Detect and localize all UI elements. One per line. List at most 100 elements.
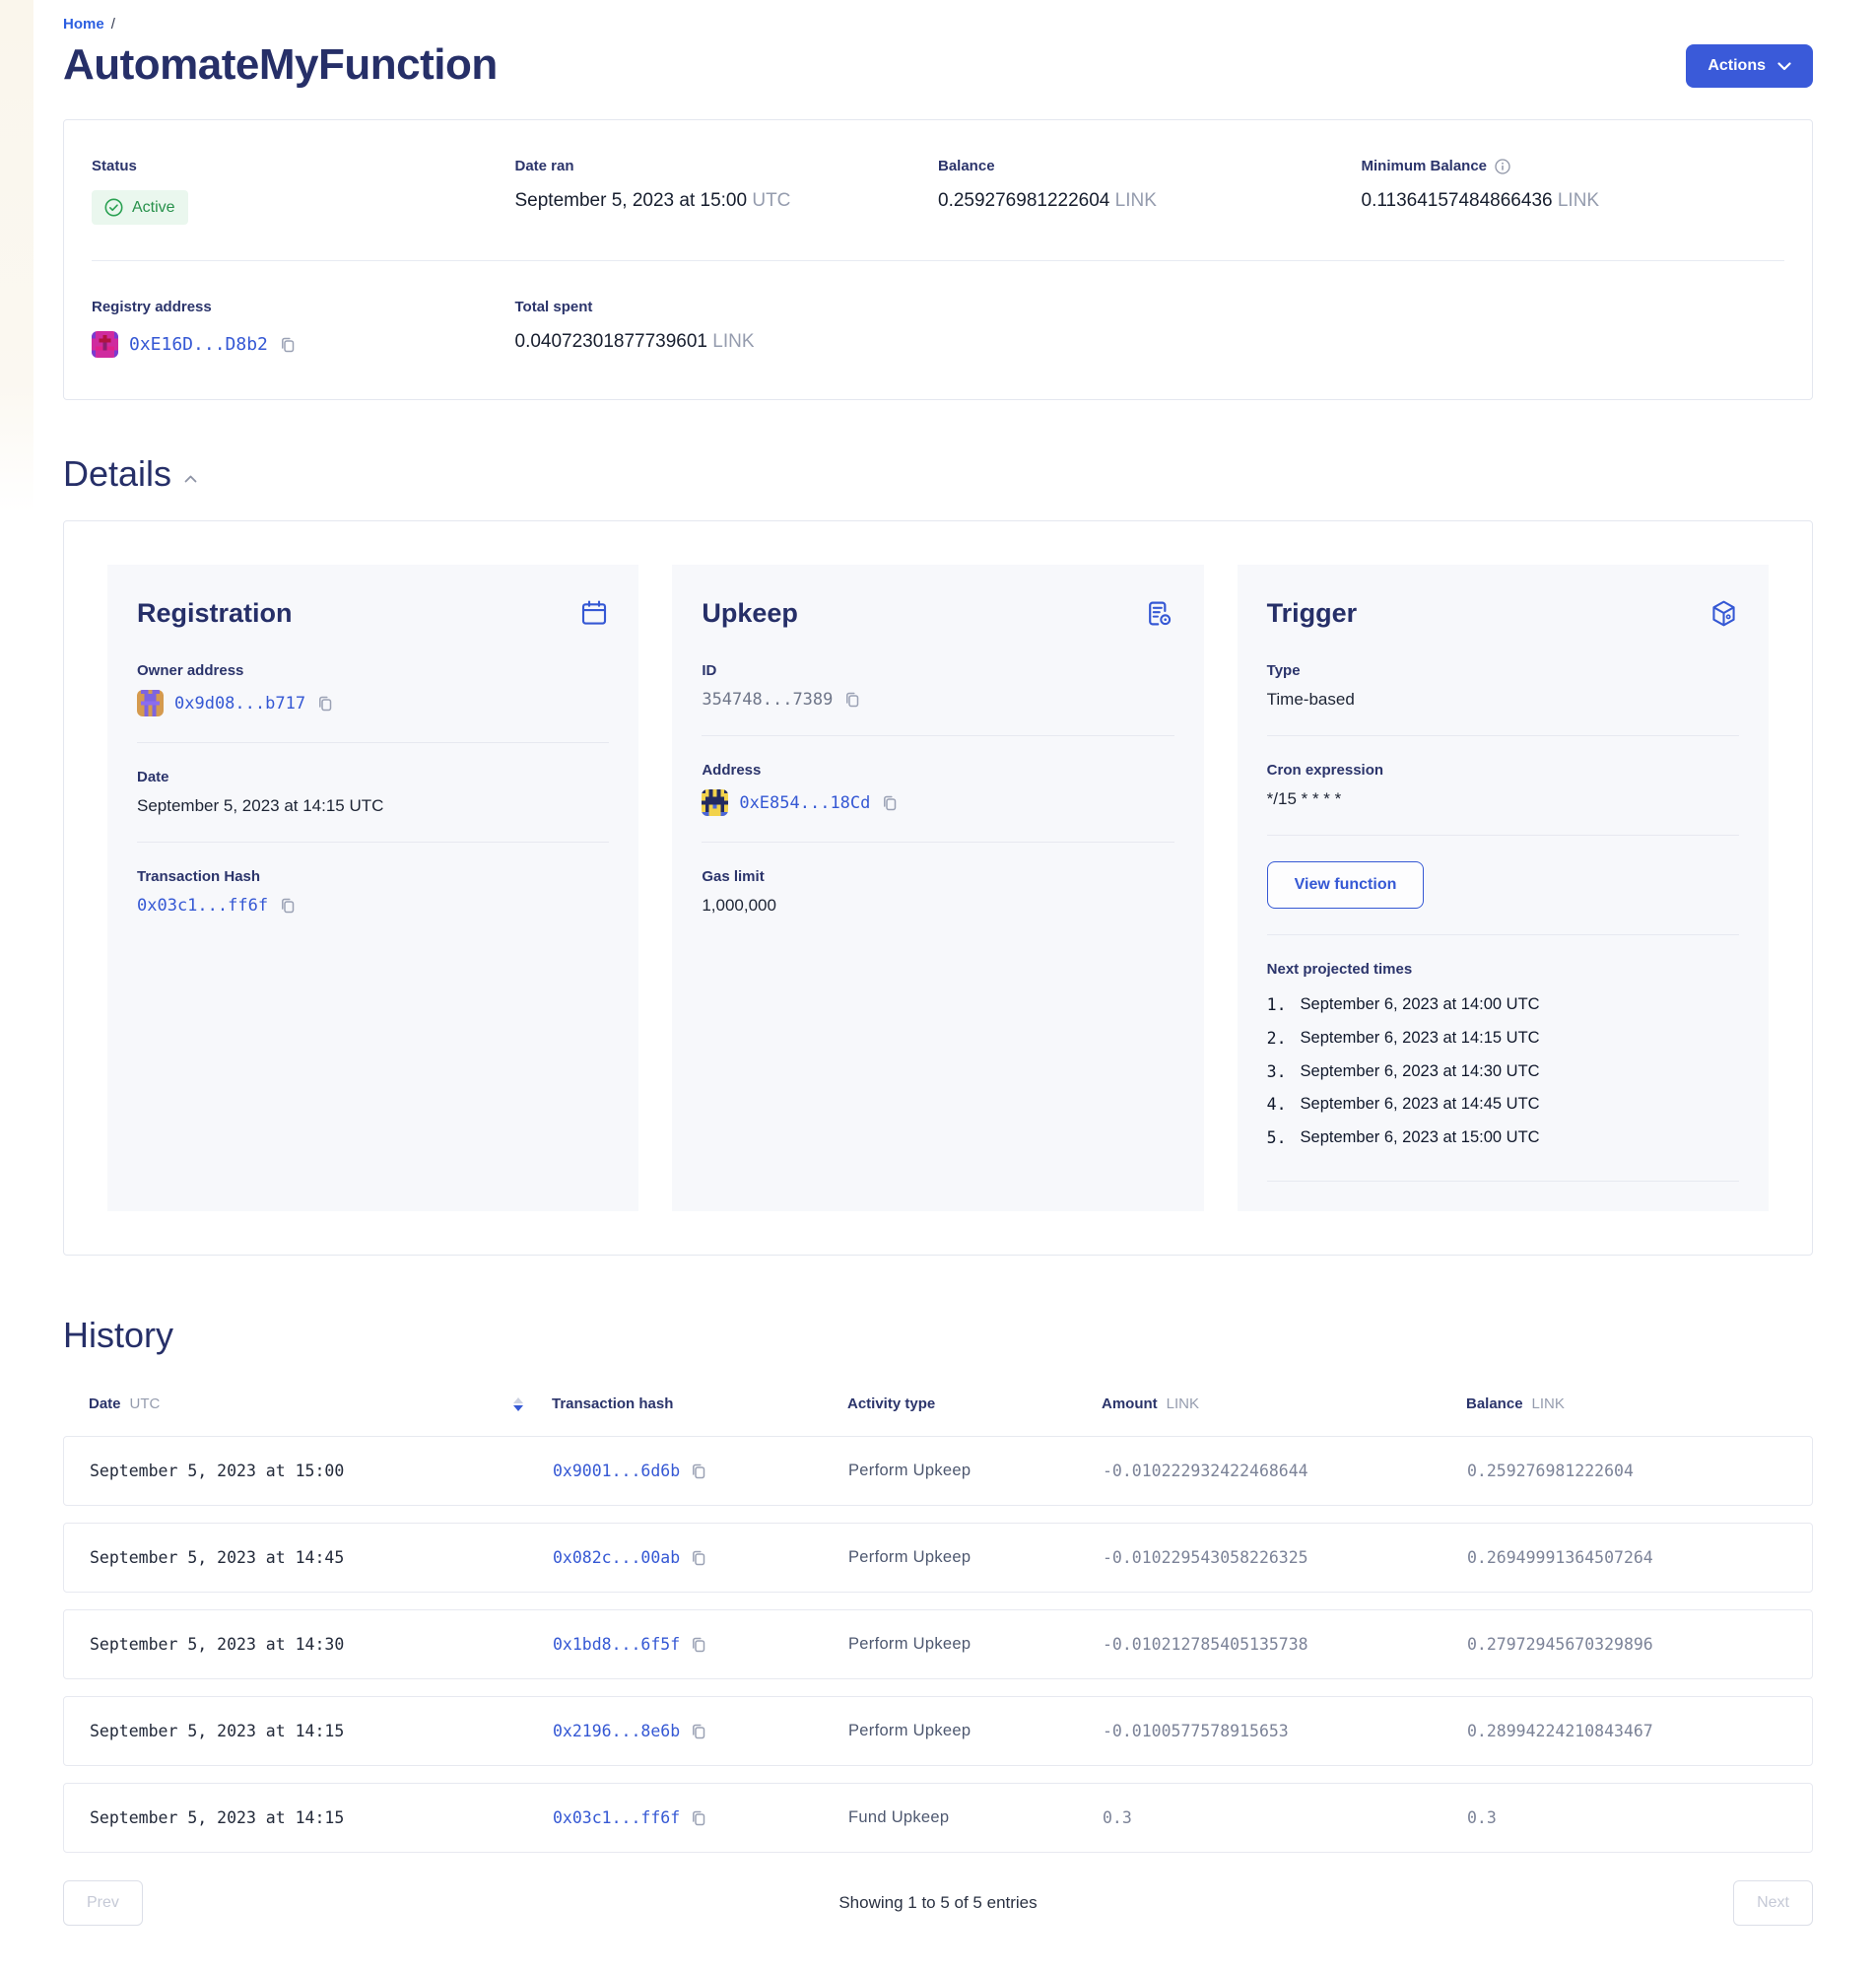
cron-expression-label: Cron expression: [1267, 762, 1739, 779]
copy-icon[interactable]: [690, 1723, 707, 1740]
document-gear-icon: [1144, 598, 1174, 629]
divider: [702, 735, 1173, 736]
table-row: September 5, 2023 at 14:45 0x082c...00ab…: [63, 1523, 1813, 1593]
breadcrumb-home-link[interactable]: Home: [63, 16, 104, 33]
copy-icon[interactable]: [316, 695, 334, 713]
gas-limit-value: 1,000,000: [702, 896, 1173, 916]
copy-icon[interactable]: [690, 1463, 707, 1480]
column-date[interactable]: DateUTC: [89, 1395, 511, 1412]
upkeep-address-link[interactable]: 0xE854...18Cd: [739, 793, 870, 813]
calendar-icon: [579, 598, 609, 628]
upkeep-avatar: [702, 789, 728, 816]
history-activity: Perform Upkeep: [848, 1462, 1103, 1480]
projected-time-item: 2. September 6, 2023 at 14:15 UTC: [1267, 1022, 1739, 1055]
cron-expression-value: */15 * * * *: [1267, 789, 1739, 809]
history-date: September 5, 2023 at 14:15: [90, 1722, 553, 1740]
registration-tx-label: Transaction Hash: [137, 868, 609, 885]
actions-button[interactable]: Actions: [1686, 44, 1813, 88]
divider: [1267, 1181, 1739, 1182]
min-balance-suffix: LINK: [1558, 190, 1599, 211]
chevron-up-icon[interactable]: [184, 475, 197, 483]
item-number: 5.: [1267, 1122, 1287, 1155]
trigger-card: Trigger Type Time-based Cron expression …: [1238, 565, 1769, 1211]
owner-avatar: [137, 690, 164, 716]
column-transaction-hash: Transaction hash: [552, 1395, 847, 1412]
registry-avatar: [92, 331, 118, 358]
item-text: September 6, 2023 at 14:45 UTC: [1301, 1088, 1540, 1122]
history-tx-link[interactable]: 0x03c1...ff6f: [553, 1808, 680, 1827]
column-balance: BalanceLINK: [1466, 1395, 1813, 1412]
copy-icon[interactable]: [881, 794, 899, 812]
table-row: September 5, 2023 at 14:15 0x03c1...ff6f…: [63, 1783, 1813, 1853]
history-date: September 5, 2023 at 15:00: [90, 1462, 553, 1480]
trigger-type-label: Type: [1267, 662, 1739, 679]
registry-address-label: Registry address: [92, 299, 515, 315]
breadcrumb: Home /: [63, 16, 1813, 33]
copy-icon[interactable]: [279, 897, 297, 915]
upkeep-address-label: Address: [702, 762, 1173, 779]
history-activity: Perform Upkeep: [848, 1722, 1103, 1740]
breadcrumb-separator: /: [111, 16, 115, 33]
registration-date-label: Date: [137, 769, 609, 785]
info-icon[interactable]: [1495, 159, 1510, 174]
history-tx-link[interactable]: 0x082c...00ab: [553, 1548, 680, 1567]
cube-icon: [1708, 598, 1739, 629]
trigger-type-value: Time-based: [1267, 690, 1739, 710]
balance-suffix: LINK: [1115, 190, 1157, 211]
history-tx-link[interactable]: 0x9001...6d6b: [553, 1462, 680, 1480]
history-activity: Perform Upkeep: [848, 1548, 1103, 1567]
divider: [137, 742, 609, 743]
registration-tx-link[interactable]: 0x03c1...ff6f: [137, 896, 268, 916]
history-amount: -0.0100577578915653: [1103, 1722, 1467, 1740]
status-label: Status: [92, 158, 515, 174]
date-ran-field: Date ran September 5, 2023 at 15:00 UTC: [515, 158, 939, 225]
copy-icon[interactable]: [690, 1809, 707, 1827]
item-number: 3.: [1267, 1055, 1287, 1089]
next-button[interactable]: Next: [1733, 1880, 1813, 1926]
history-tx-link[interactable]: 0x2196...8e6b: [553, 1722, 680, 1740]
item-number: 2.: [1267, 1022, 1287, 1055]
table-row: September 5, 2023 at 15:00 0x9001...6d6b…: [63, 1436, 1813, 1506]
chevron-down-icon: [1777, 62, 1791, 71]
column-amount: AmountLINK: [1102, 1395, 1466, 1412]
copy-icon[interactable]: [279, 336, 297, 354]
history-balance: 0.28994224210843467: [1467, 1722, 1812, 1740]
history-table-header: DateUTC Transaction hash Activity type A…: [63, 1395, 1813, 1412]
upkeep-title: Upkeep: [702, 598, 798, 629]
history-balance: 0.3: [1467, 1808, 1812, 1827]
divider: [1267, 735, 1739, 736]
pagination-summary: Showing 1 to 5 of 5 entries: [838, 1893, 1037, 1913]
divider: [702, 842, 1173, 843]
history-activity: Perform Upkeep: [848, 1635, 1103, 1654]
projected-time-item: 3. September 6, 2023 at 14:30 UTC: [1267, 1055, 1739, 1089]
copy-icon[interactable]: [690, 1636, 707, 1654]
history-heading: History: [63, 1315, 173, 1356]
copy-icon[interactable]: [690, 1549, 707, 1567]
history-section-head: History: [63, 1315, 1813, 1356]
sort-icon[interactable]: [511, 1397, 525, 1411]
prev-button[interactable]: Prev: [63, 1880, 143, 1926]
history-activity: Fund Upkeep: [848, 1808, 1103, 1827]
item-text: September 6, 2023 at 14:15 UTC: [1301, 1022, 1540, 1055]
status-field: Status Active: [92, 158, 515, 225]
history-table-body: September 5, 2023 at 15:00 0x9001...6d6b…: [63, 1436, 1813, 1853]
sort-asc-icon: [513, 1397, 523, 1403]
min-balance-value: 0.11364157484866436: [1362, 190, 1553, 211]
item-text: September 6, 2023 at 14:30 UTC: [1301, 1055, 1540, 1089]
page-container: Home / AutomateMyFunction Actions Status …: [0, 0, 1876, 1973]
view-function-button[interactable]: View function: [1267, 861, 1425, 909]
history-pagination: Prev Showing 1 to 5 of 5 entries Next: [63, 1880, 1813, 1926]
registry-address-link[interactable]: 0xE16D...D8b2: [129, 334, 268, 355]
total-spent-suffix: LINK: [712, 331, 754, 352]
min-balance-label: Minimum Balance: [1362, 158, 1488, 174]
details-section-head: Details: [63, 453, 1813, 495]
history-tx-link[interactable]: 0x1bd8...6f5f: [553, 1635, 680, 1654]
details-card: Registration Owner address 0x9d08...b717…: [63, 520, 1813, 1256]
history-amount: 0.3: [1103, 1808, 1467, 1827]
total-spent-field: Total spent 0.04072301877739601 LINK: [515, 299, 939, 358]
copy-icon[interactable]: [843, 691, 861, 709]
registry-address-field: Registry address 0xE16D...D8b2: [92, 299, 515, 358]
owner-address-link[interactable]: 0x9d08...b717: [174, 694, 305, 714]
projected-time-item: 1.September 6, 2023 at 14:00 UTC: [1267, 988, 1739, 1022]
page-header: AutomateMyFunction Actions: [63, 33, 1813, 90]
